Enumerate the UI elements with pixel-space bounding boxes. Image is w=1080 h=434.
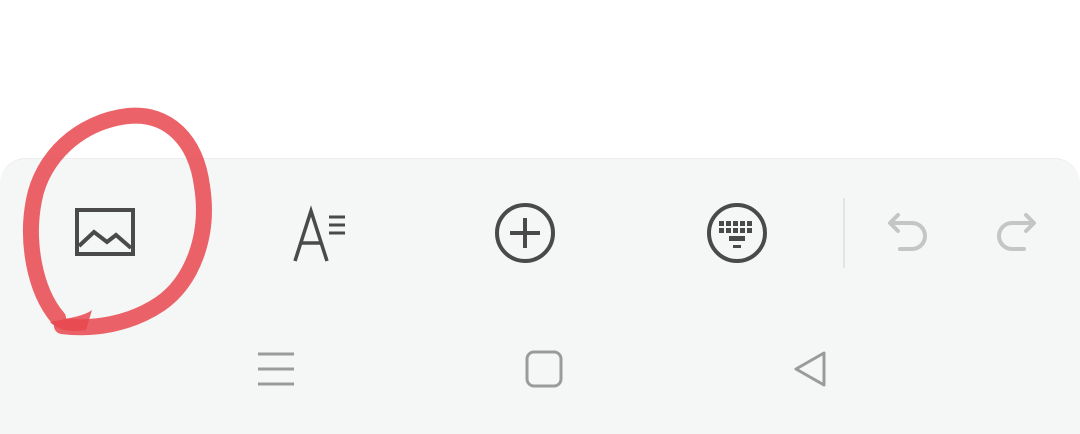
back-triangle-icon [794,351,826,387]
undo-icon [888,213,927,251]
undo-button[interactable] [872,196,944,270]
add-button[interactable] [486,196,564,270]
menu-lines-icon [258,352,294,386]
home-square-icon [525,350,563,388]
back-button[interactable] [780,340,840,398]
insert-image-button[interactable] [66,196,144,270]
keyboard-button[interactable] [698,196,776,270]
screen [0,0,1080,434]
add-circle-icon [495,203,555,263]
home-button[interactable] [514,340,574,398]
redo-button[interactable] [980,196,1052,270]
text-format-icon [293,205,345,262]
toolbar-divider [843,198,845,268]
keyboard-icon [707,203,767,263]
redo-icon [997,213,1036,251]
text-format-button[interactable] [278,196,356,270]
recent-apps-button[interactable] [246,340,306,398]
image-icon [75,208,135,256]
